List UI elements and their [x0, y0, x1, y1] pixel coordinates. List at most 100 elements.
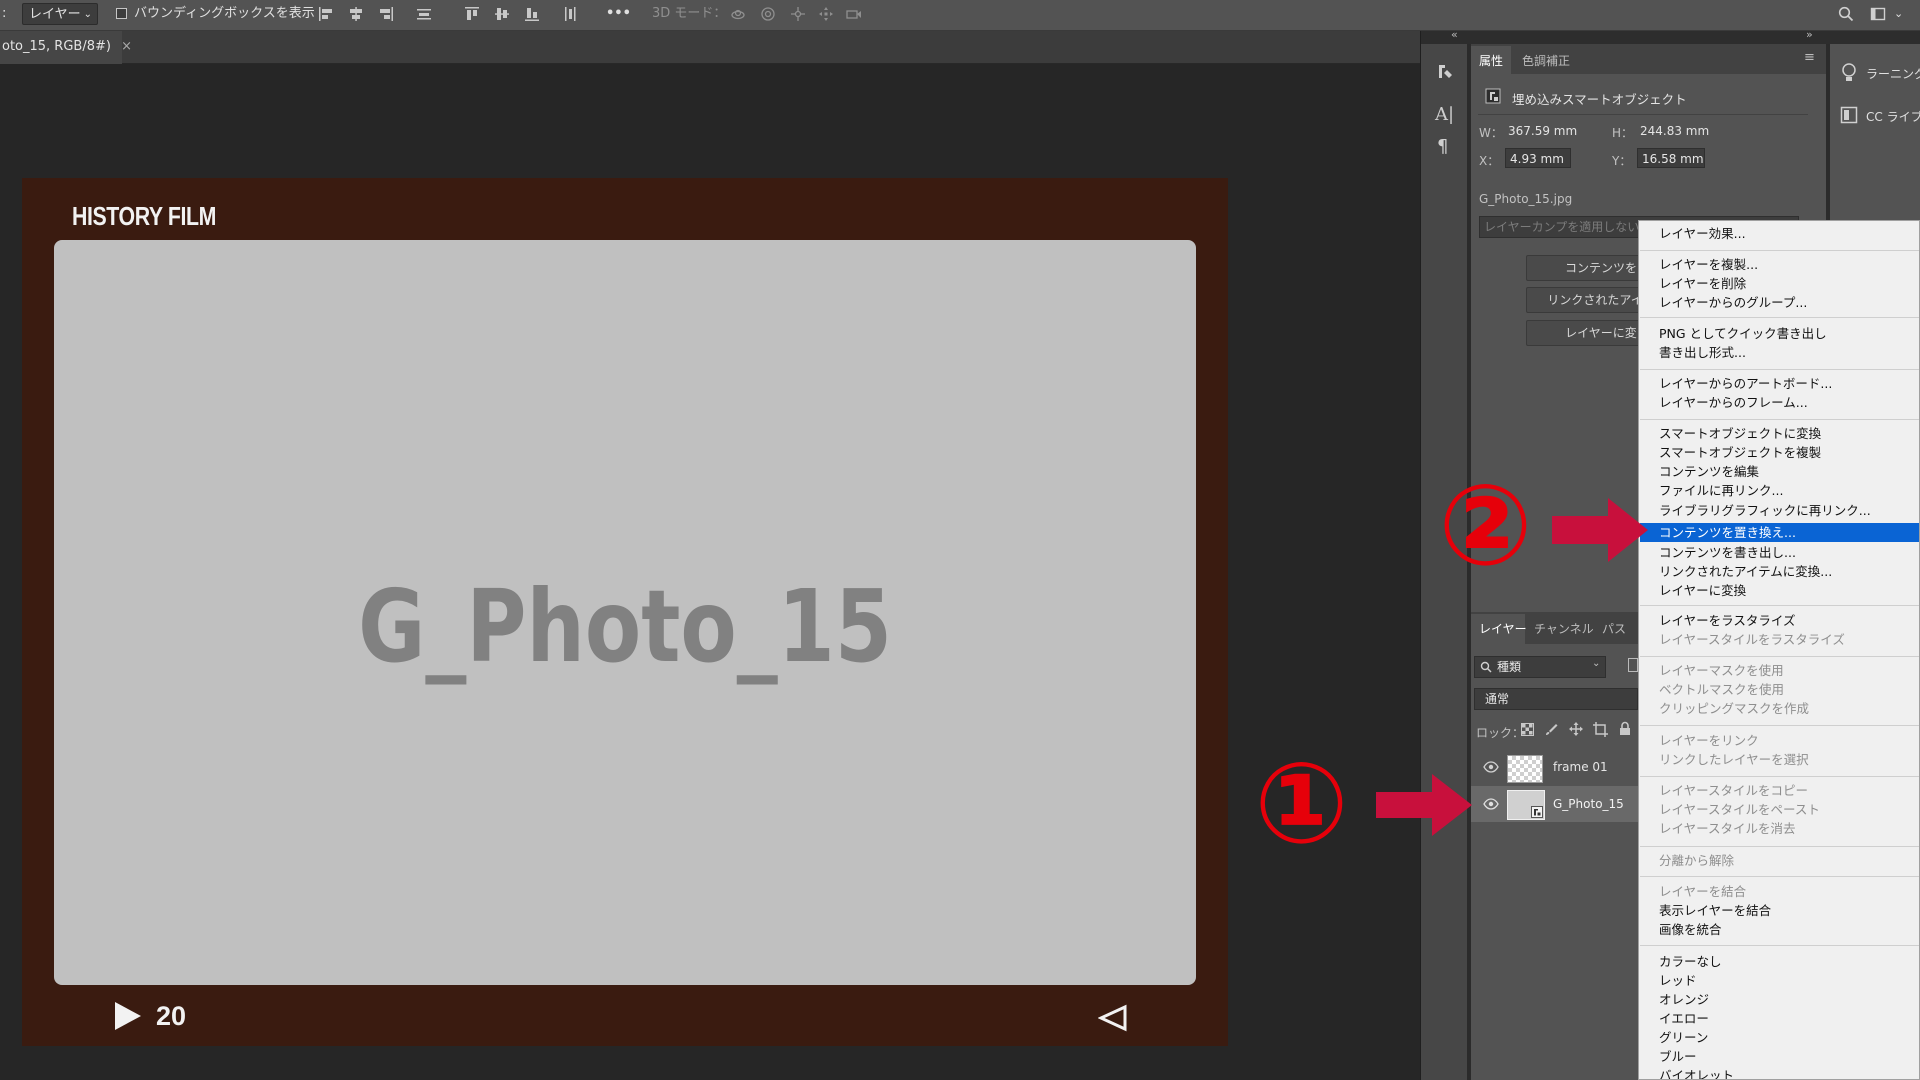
menu-separator [1640, 419, 1919, 420]
layer-row-frame01[interactable]: frame 01 [1471, 749, 1641, 785]
align-top-icon[interactable] [464, 6, 480, 22]
tab-properties[interactable]: 属性 [1479, 49, 1503, 73]
eye-icon[interactable] [1483, 798, 1499, 810]
menu-item-group-from-layers[interactable]: レイヤーからのグループ... [1659, 293, 1807, 312]
chevron-down-icon[interactable]: ⌄ [1894, 4, 1903, 24]
width-value[interactable]: 367.59 mm [1508, 124, 1577, 138]
layer-filter-dropdown[interactable]: 種類 [1474, 656, 1606, 678]
menu-item-merge-visible[interactable]: 表示レイヤーを結合 [1659, 901, 1771, 920]
menu-item-rasterize-layer[interactable]: レイヤーをラスタライズ [1659, 611, 1796, 630]
menu-item-delete-layer[interactable]: レイヤーを削除 [1659, 274, 1746, 293]
menu-item-duplicate-layer[interactable]: レイヤーを複製... [1659, 255, 1758, 274]
annotation-arrow-icon [1376, 774, 1472, 836]
3d-slide-icon[interactable] [818, 6, 834, 22]
x-position-input[interactable]: 4.93 mm [1505, 148, 1571, 168]
learn-label[interactable]: ラーニング [1866, 65, 1920, 82]
menu-item-edit-contents[interactable]: コンテンツを編集 [1659, 462, 1759, 481]
lightbulb-icon[interactable] [1840, 62, 1858, 84]
paragraph-panel-icon[interactable]: ¶ [1437, 136, 1448, 157]
distribute-vertical-icon[interactable] [562, 6, 578, 22]
align-right-icon[interactable] [378, 6, 394, 22]
lock-label: ロック： [1476, 726, 1525, 740]
menu-item-flatten-image[interactable]: 画像を統合 [1659, 920, 1722, 939]
tab-paths[interactable]: パス [1602, 617, 1626, 641]
search-icon[interactable] [1838, 6, 1854, 22]
collapse-right-icon[interactable]: » [1806, 28, 1813, 41]
distribute-horizontal-icon[interactable] [416, 6, 432, 22]
menu-item-quick-export-png[interactable]: PNG としてクイック書き出し [1659, 324, 1827, 343]
menu-item-artboard-from-layers[interactable]: レイヤーからのアートボード... [1659, 374, 1832, 393]
menu-item-release-from-isolation: 分離から解除 [1659, 853, 1735, 868]
menu-item-color-orange[interactable]: オレンジ [1659, 990, 1709, 1009]
film-title: HISTORY FILM [72, 201, 216, 231]
align-bottom-icon[interactable] [524, 6, 540, 22]
menu-item-frame-from-layers[interactable]: レイヤーからのフレーム... [1659, 393, 1808, 412]
lock-artboard-icon[interactable] [1593, 722, 1608, 737]
eye-icon[interactable] [1483, 761, 1499, 773]
close-icon[interactable]: × [121, 39, 132, 54]
menu-item-layer-effects[interactable]: レイヤー効果... [1659, 224, 1746, 243]
history-brush-icon[interactable] [1435, 62, 1455, 82]
collapse-left-icon[interactable]: « [1451, 28, 1458, 41]
y-label: Y： [1612, 154, 1632, 168]
blend-mode-dropdown[interactable]: 通常 [1474, 688, 1638, 710]
align-horizontal-center-icon[interactable] [348, 6, 364, 22]
menu-item-convert-to-linked[interactable]: リンクされたアイテムに変換... [1659, 562, 1832, 581]
3d-camera-icon[interactable] [846, 6, 862, 22]
menu-item-color-red[interactable]: レッド [1659, 971, 1697, 990]
tool-mode-dropdown[interactable]: レイヤー ⌄ [22, 3, 98, 25]
layer-row-g-photo-15[interactable]: G_Photo_15 [1471, 786, 1641, 822]
options-bar-edge: : [2, 6, 7, 21]
more-options-button[interactable]: ••• [606, 4, 631, 24]
play-icon [115, 1002, 141, 1030]
menu-item-export-contents[interactable]: コンテンツを書き出し... [1659, 543, 1796, 562]
smart-object-icon [1485, 88, 1501, 104]
character-panel-icon[interactable]: A| [1435, 104, 1454, 125]
cc-libraries-label[interactable]: CC ライブラ [1866, 108, 1920, 125]
menu-item-replace-contents[interactable]: コンテンツを置き換え... [1659, 523, 1796, 542]
menu-item-duplicate-smart-object[interactable]: スマートオブジェクトを複製 [1659, 443, 1821, 462]
3d-orbit-icon[interactable] [730, 6, 746, 22]
height-value[interactable]: 244.83 mm [1640, 124, 1709, 138]
menu-item-color-blue[interactable]: ブルー [1659, 1047, 1697, 1066]
menu-item-relink-to-file[interactable]: ファイルに再リンク... [1659, 481, 1783, 500]
align-vertical-center-icon[interactable] [494, 6, 510, 22]
lock-position-icon[interactable] [1569, 722, 1583, 736]
cc-libraries-icon[interactable] [1840, 106, 1858, 124]
menu-separator [1640, 250, 1919, 251]
menu-item-convert-to-smart-object[interactable]: スマートオブジェクトに変換 [1659, 424, 1821, 443]
3d-pan-icon[interactable] [790, 6, 806, 22]
menu-item-merge-layers: レイヤーを結合 [1659, 884, 1747, 899]
step-2-marker: ② [1438, 461, 1533, 591]
bounding-box-checkbox[interactable] [116, 8, 127, 19]
tab-channels[interactable]: チャンネル [1534, 617, 1594, 641]
lock-image-pixels-icon[interactable] [1545, 723, 1558, 736]
filter-toggle-icon[interactable] [1628, 658, 1638, 672]
linked-filename: G_Photo_15.jpg [1479, 192, 1573, 206]
menu-item-color-yellow[interactable]: イエロー [1659, 1009, 1709, 1028]
align-left-icon[interactable] [318, 6, 334, 22]
panel-menu-icon[interactable]: ≡ [1804, 50, 1815, 65]
tab-layers[interactable]: レイヤー [1479, 617, 1527, 641]
menu-item-paste-layer-style: レイヤースタイルをペースト [1659, 802, 1820, 817]
y-position-input[interactable]: 16.58 mm [1637, 148, 1705, 168]
width-label: W： [1479, 126, 1503, 140]
lock-transparent-pixels-icon[interactable] [1521, 723, 1534, 736]
menu-separator [1640, 605, 1919, 606]
3d-roll-icon[interactable] [760, 6, 776, 22]
menu-item-color-none[interactable]: カラーなし [1659, 952, 1722, 971]
menu-item-enable-layer-mask: レイヤーマスクを使用 [1659, 663, 1784, 678]
document-tab[interactable]: oto_15, RGB/8#) × [0, 31, 132, 64]
menu-item-export-as[interactable]: 書き出し形式... [1659, 343, 1746, 362]
page-number: 20 [156, 1001, 187, 1031]
menu-separator [1640, 725, 1919, 726]
workspace-icon[interactable] [1870, 6, 1886, 22]
menu-item-color-violet[interactable]: バイオレット [1659, 1066, 1734, 1079]
menu-separator [1640, 317, 1919, 318]
menu-item-relink-library-graphic[interactable]: ライブラリグラフィックに再リンク... [1659, 501, 1871, 520]
menu-item-color-green[interactable]: グリーン [1659, 1028, 1708, 1047]
layer-name: frame 01 [1553, 760, 1608, 774]
tab-adjustments[interactable]: 色調補正 [1522, 49, 1570, 73]
menu-item-convert-to-layers[interactable]: レイヤーに変換 [1659, 581, 1746, 600]
lock-all-icon[interactable] [1619, 721, 1631, 736]
